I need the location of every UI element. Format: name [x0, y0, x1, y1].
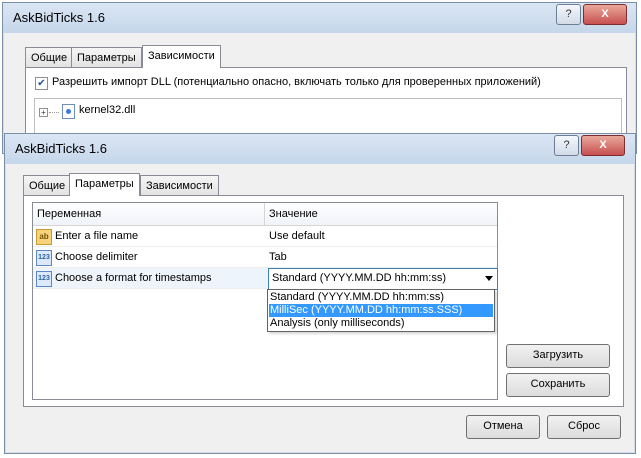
back-dialog-window: AskBidTicks 1.6 ? X Общие Параметры Зави…	[2, 2, 637, 154]
row-variable-name: Choose a format for timestamps	[55, 272, 212, 284]
back-tab-parameters[interactable]: Параметры	[71, 47, 142, 68]
numeric-type-icon: 123	[36, 250, 52, 266]
front-help-button[interactable]: ?	[554, 135, 579, 156]
tree-connector-line	[49, 112, 59, 113]
back-tab-dependencies[interactable]: Зависимости	[142, 45, 221, 68]
cancel-button[interactable]: Отмена	[466, 415, 540, 439]
column-header-variable[interactable]: Переменная	[37, 203, 101, 225]
parameters-tab-panel: Переменная Значение ab Enter a file name…	[23, 195, 624, 407]
reset-button[interactable]: Сброс	[547, 415, 621, 439]
column-separator[interactable]	[264, 203, 265, 225]
row-variable-value[interactable]: Use default	[269, 226, 325, 246]
load-button[interactable]: Загрузить	[506, 344, 610, 368]
grid-header: Переменная Значение	[33, 203, 497, 226]
column-header-value[interactable]: Значение	[269, 203, 318, 225]
front-window-title: AskBidTicks 1.6	[15, 141, 107, 156]
tree-item-kernel32[interactable]: kernel32.dll	[79, 104, 135, 116]
front-dialog-window: AskBidTicks 1.6 ? X Общие Параметры Зави…	[4, 133, 636, 454]
front-title-bar: AskBidTicks 1.6 ? X	[5, 134, 635, 164]
numeric-type-icon: 123	[36, 271, 52, 287]
select-current-value: Standard (YYYY.MM.DD hh:mm:ss)	[272, 272, 447, 284]
chevron-down-icon[interactable]	[485, 276, 493, 281]
string-type-icon: ab	[36, 229, 52, 245]
dll-import-checkbox[interactable]: ✔	[35, 77, 48, 90]
table-row[interactable]: ab Enter a file name Use default	[33, 226, 497, 247]
dll-import-label: Разрешить импорт DLL (потенциально опасн…	[52, 76, 541, 88]
table-row[interactable]: 123 Choose delimiter Tab	[33, 247, 497, 268]
tree-expand-icon[interactable]: +	[39, 108, 48, 117]
tab-general[interactable]: Общие	[23, 175, 72, 196]
back-title-bar: AskBidTicks 1.6 ? X	[3, 3, 636, 33]
back-tab-general[interactable]: Общие	[25, 47, 74, 68]
dropdown-option-highlighted[interactable]: MilliSec (YYYY.MM.DD hh:mm:ss.SSS)	[269, 304, 493, 317]
timestamp-format-select[interactable]: Standard (YYYY.MM.DD hh:mm:ss)	[268, 268, 498, 290]
dropdown-option[interactable]: Standard (YYYY.MM.DD hh:mm:ss)	[269, 291, 493, 304]
dropdown-option[interactable]: Analysis (only milliseconds)	[269, 317, 493, 330]
row-variable-name: Choose delimiter	[55, 251, 138, 263]
front-close-button[interactable]: X	[581, 135, 625, 156]
dll-file-icon	[62, 104, 75, 119]
back-help-button[interactable]: ?	[556, 4, 581, 25]
parameters-grid: Переменная Значение ab Enter a file name…	[32, 202, 498, 400]
timestamp-format-dropdown: Standard (YYYY.MM.DD hh:mm:ss) MilliSec …	[267, 289, 495, 332]
table-row[interactable]: 123 Choose a format for timestamps Stand…	[33, 268, 498, 290]
tab-dependencies[interactable]: Зависимости	[140, 175, 219, 196]
back-close-button[interactable]: X	[583, 4, 627, 25]
save-button[interactable]: Сохранить	[506, 373, 610, 397]
back-window-title: AskBidTicks 1.6	[13, 10, 105, 25]
row-variable-name: Enter a file name	[55, 230, 139, 242]
tab-parameters[interactable]: Параметры	[69, 173, 140, 196]
row-variable-value[interactable]: Tab	[269, 247, 287, 267]
